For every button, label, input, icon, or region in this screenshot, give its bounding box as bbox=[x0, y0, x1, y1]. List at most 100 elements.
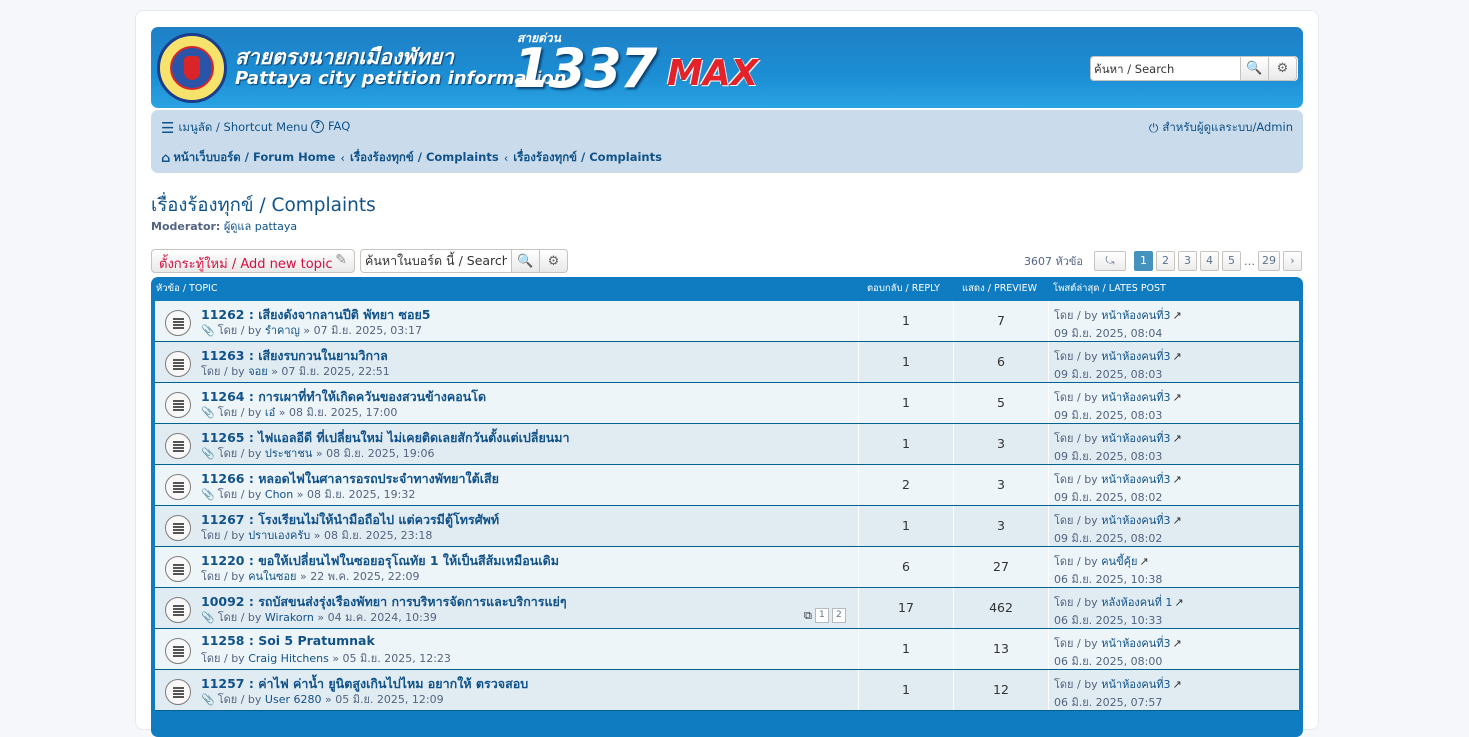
topic-author-link[interactable]: ปราบเองครับ bbox=[248, 529, 310, 542]
topic-author-link[interactable]: รำคาญ bbox=[265, 324, 300, 337]
last-post-author-link[interactable]: หน้าห้องคนที่3 bbox=[1101, 514, 1170, 527]
last-post-cell: โดย / by หน้าห้องคนที่3 ↗ 09 มิ.ย. 2025, 0… bbox=[1048, 383, 1299, 423]
topic-date: » 08 มิ.ย. 2025, 23:18 bbox=[313, 529, 433, 542]
last-post-author-link[interactable]: หน้าห้องคนที่3 bbox=[1101, 473, 1170, 486]
goto-last-post-icon[interactable]: ↗ bbox=[1139, 555, 1148, 568]
topic-author-link[interactable]: Wirakorn bbox=[265, 611, 314, 624]
admin-login-link[interactable]: ⏻ สำหรับผู้ดูแลระบบ/Admin bbox=[1149, 119, 1293, 137]
new-topic-button[interactable]: ตั้งกระทู้ใหม่ / Add new topic ✎ bbox=[151, 249, 355, 273]
reply-count: 1 bbox=[858, 670, 953, 710]
city-seal-logo[interactable] bbox=[157, 33, 227, 103]
page-3[interactable]: 3 bbox=[1178, 251, 1197, 271]
topic-row: 11264 : การเผาที่ทำให้เกิดควันของสวนข้าง… bbox=[155, 383, 1299, 424]
mark-read-button[interactable]: ⤿ bbox=[1094, 251, 1126, 271]
last-post-author-link[interactable]: หน้าห้องคนที่3 bbox=[1101, 637, 1170, 650]
breadcrumb-complaints-forum[interactable]: เรื่องร้องทุกข์ / Complaints bbox=[513, 149, 662, 167]
breadcrumb: ⌂ หน้าเว็บบอร์ด / Forum Home ‹ เรื่องร้อ… bbox=[161, 149, 662, 167]
last-post-by-label: โดย / by bbox=[1054, 309, 1098, 322]
breadcrumb-complaints-category[interactable]: เรื่องร้องทุกข์ / Complaints bbox=[350, 149, 499, 167]
search-icon: 🔍 bbox=[517, 253, 534, 269]
moderator-name[interactable]: ผู้ดูแล pattaya bbox=[224, 220, 297, 233]
forum-title[interactable]: เรื่องร้องทุกข์ / Complaints bbox=[151, 191, 376, 220]
page-5[interactable]: 5 bbox=[1222, 251, 1241, 271]
view-count: 6 bbox=[953, 342, 1048, 382]
last-post-by-label: โดย / by bbox=[1054, 514, 1098, 527]
topic-page-link[interactable]: 1 bbox=[814, 608, 829, 623]
topic-read-status-icon bbox=[165, 638, 191, 664]
topic-title-link[interactable]: 11258 : Soi 5 Pratumnak bbox=[201, 633, 375, 648]
topic-author-link[interactable]: ประชาชน bbox=[265, 447, 312, 460]
topic-byline: โดย / by คนในซอย » 22 พ.ค. 2025, 22:09 bbox=[201, 567, 420, 585]
attachment-icon: 📎 bbox=[201, 693, 215, 706]
topic-author-link[interactable]: Chon bbox=[265, 488, 293, 501]
last-post-cell: โดย / by หน้าห้องคนที่3 ↗ 09 มิ.ย. 2025, 0… bbox=[1048, 424, 1299, 464]
last-post-author-link[interactable]: หน้าห้องคนที่3 bbox=[1101, 350, 1170, 363]
moderator-line: Moderator: ผู้ดูแล pattaya bbox=[151, 217, 297, 235]
topic-author-link[interactable]: จอย bbox=[248, 365, 268, 378]
page-2[interactable]: 2 bbox=[1156, 251, 1175, 271]
topic-date: » 07 มิ.ย. 2025, 22:51 bbox=[271, 365, 390, 378]
last-post-cell: โดย / by หน้าห้องคนที่3 ↗ 09 มิ.ย. 2025, 0… bbox=[1048, 465, 1299, 505]
topic-byline: 📎 โดย / by เอ๋ » 08 มิ.ย. 2025, 17:00 bbox=[201, 403, 397, 421]
goto-last-post-icon[interactable]: ↗ bbox=[1173, 514, 1182, 527]
topic-byline: 📎 โดย / by User 6280 » 05 มิ.ย. 2025, 12:… bbox=[201, 690, 444, 708]
goto-last-post-icon[interactable]: ↗ bbox=[1173, 678, 1182, 691]
last-post-author-link[interactable]: หน้าห้องคนที่3 bbox=[1101, 309, 1170, 322]
search-button[interactable]: 🔍 bbox=[1241, 56, 1269, 81]
goto-last-post-icon[interactable]: ↗ bbox=[1173, 391, 1182, 404]
navbar: ☰ เมนูลัด / Shortcut Menu ? FAQ ⏻ สำหรับ… bbox=[151, 110, 1303, 173]
topic-author-link[interactable]: คนในซอย bbox=[248, 570, 296, 583]
col-topic-header: หัวข้อ / TOPIC bbox=[156, 283, 218, 294]
faq-link[interactable]: ? FAQ bbox=[311, 119, 350, 133]
last-post-cell: โดย / by หลังห้องคนที่ 1 ↗ 06 มิ.ย. 2025, … bbox=[1048, 588, 1299, 628]
topic-read-status-icon bbox=[165, 310, 191, 336]
topic-row: 11263 : เสียงรบกวนในยามวิกาล โดย / by จอย… bbox=[155, 342, 1299, 383]
goto-last-post-icon[interactable]: ↗ bbox=[1174, 596, 1183, 609]
topic-date: » 07 มิ.ย. 2025, 03:17 bbox=[303, 324, 422, 337]
topic-count: 3607 หัวข้อ bbox=[1023, 255, 1083, 268]
last-post-author-link[interactable]: คนขี้คุ้ย bbox=[1101, 555, 1137, 568]
next-page-button[interactable]: › bbox=[1283, 251, 1302, 271]
advanced-search-button[interactable]: ⚙ bbox=[1269, 56, 1297, 81]
goto-last-post-icon[interactable]: ↗ bbox=[1173, 432, 1182, 445]
view-count: 13 bbox=[953, 629, 1048, 669]
shortcut-menu[interactable]: ☰ เมนูลัด / Shortcut Menu bbox=[161, 119, 308, 137]
forum-search-button[interactable]: 🔍 bbox=[512, 249, 540, 273]
topic-byline: โดย / by Craig Hitchens » 05 มิ.ย. 2025,… bbox=[201, 649, 451, 667]
forum-advanced-search-button[interactable]: ⚙ bbox=[540, 249, 568, 273]
topic-read-status-icon bbox=[165, 679, 191, 705]
search-input[interactable] bbox=[1090, 56, 1241, 81]
goto-last-post-icon[interactable]: ↗ bbox=[1173, 350, 1182, 363]
goto-last-post-icon[interactable]: ↗ bbox=[1173, 637, 1182, 650]
topic-author-link[interactable]: เอ๋ bbox=[265, 406, 275, 419]
reply-count: 17 bbox=[858, 588, 953, 628]
topic-read-status-icon bbox=[165, 433, 191, 459]
col-reply-header: ตอบกลับ / REPLY bbox=[867, 283, 940, 294]
view-count: 462 bbox=[953, 588, 1048, 628]
last-post-author-link[interactable]: หน้าห้องคนที่3 bbox=[1101, 678, 1170, 691]
topic-read-status-icon bbox=[165, 392, 191, 418]
col-last-post-header: โพสต์ล่าสุด / LATES POST bbox=[1053, 283, 1166, 294]
topic-list: หัวข้อ / TOPIC ตอบกลับ / REPLY แสดง / PR… bbox=[151, 277, 1303, 737]
topic-author-link[interactable]: Craig Hitchens bbox=[248, 652, 329, 665]
reply-count: 1 bbox=[858, 629, 953, 669]
topic-row: 11265 : ไฟแอลอีดี ที่เปลี่ยนใหม่ ไม่เคยต… bbox=[155, 424, 1299, 465]
last-post-by-label: โดย / by bbox=[1054, 350, 1098, 363]
breadcrumb-forum-home[interactable]: หน้าเว็บบอร์ด / Forum Home bbox=[173, 149, 335, 167]
topic-page-link[interactable]: 2 bbox=[831, 608, 846, 623]
page-4[interactable]: 4 bbox=[1200, 251, 1219, 271]
goto-last-post-icon[interactable]: ↗ bbox=[1173, 473, 1182, 486]
forum-search-input[interactable] bbox=[360, 249, 512, 273]
view-count: 5 bbox=[953, 383, 1048, 423]
last-post-author-link[interactable]: หลังห้องคนที่ 1 bbox=[1101, 596, 1172, 609]
topic-read-status-icon bbox=[165, 474, 191, 500]
last-post-author-link[interactable]: หน้าห้องคนที่3 bbox=[1101, 432, 1170, 445]
topic-author-link[interactable]: User 6280 bbox=[265, 693, 322, 706]
search-icon: 🔍 bbox=[1246, 61, 1263, 76]
page-last[interactable]: 29 bbox=[1258, 251, 1280, 271]
goto-last-post-icon[interactable]: ↗ bbox=[1173, 309, 1182, 322]
page-1[interactable]: 1 bbox=[1134, 251, 1153, 271]
view-count: 3 bbox=[953, 424, 1048, 464]
last-post-author-link[interactable]: หน้าห้องคนที่3 bbox=[1101, 391, 1170, 404]
pagination: 3607 หัวข้อ ⤿ 1 2 3 4 5 … 29 › bbox=[1024, 251, 1302, 271]
